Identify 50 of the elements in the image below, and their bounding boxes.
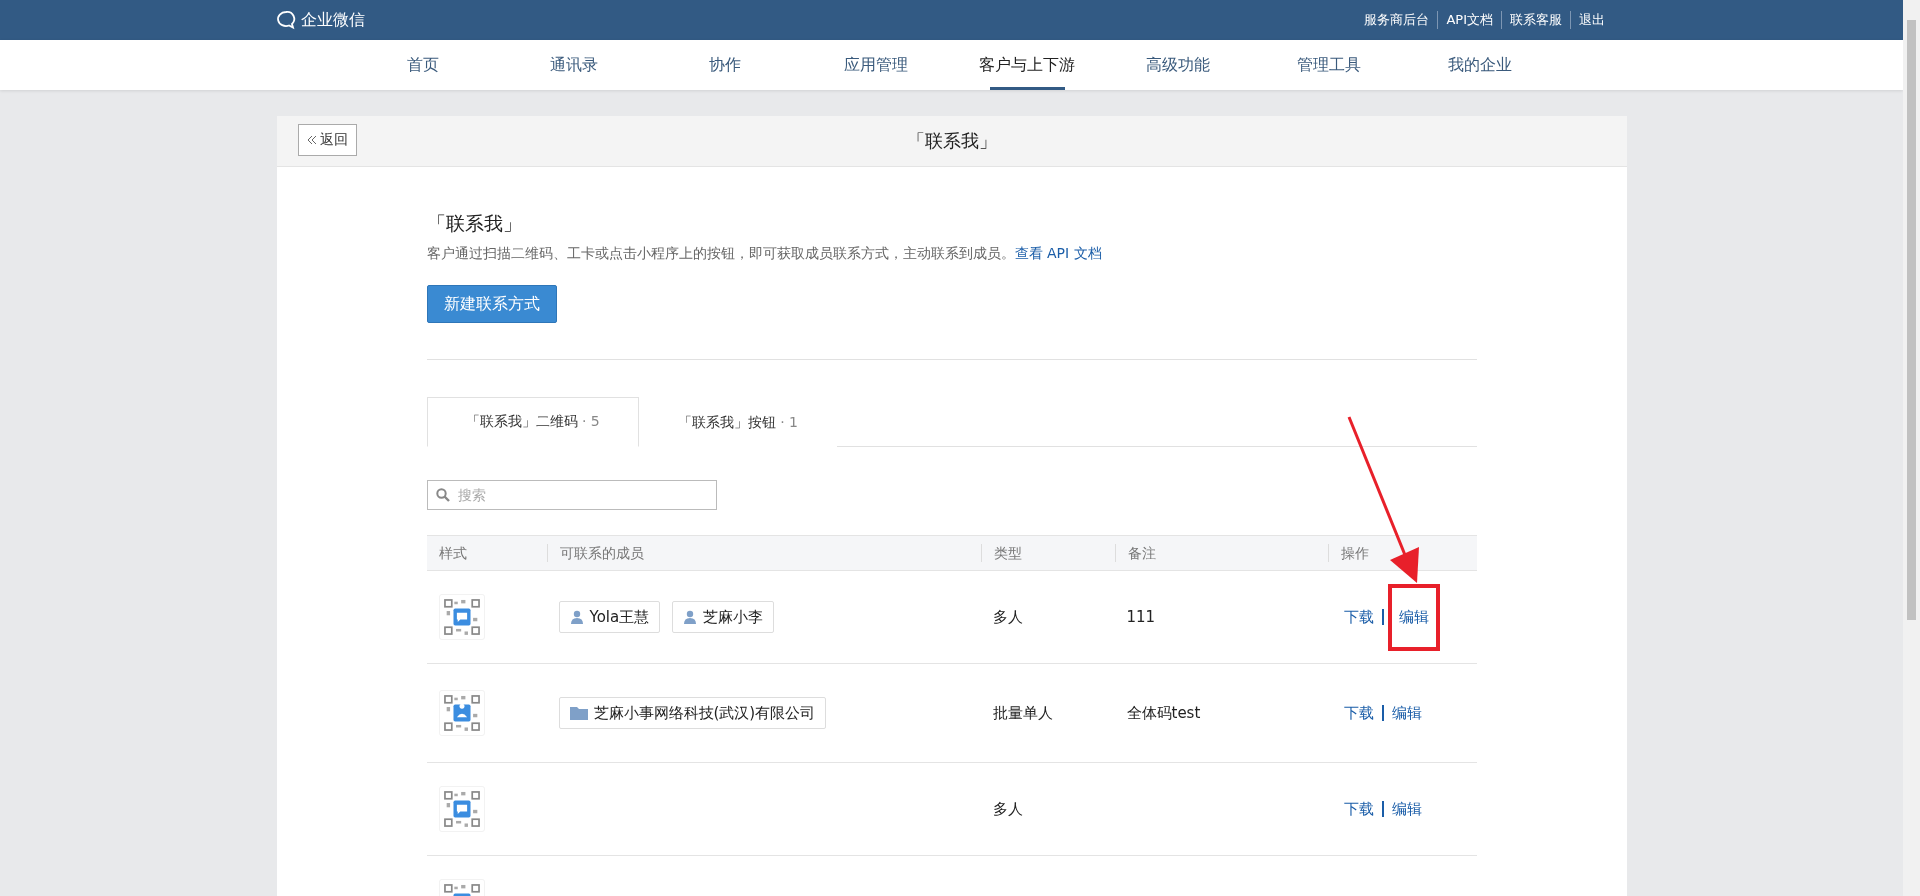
new-contact-button[interactable]: 新建联系方式	[426, 285, 557, 323]
search-icon	[435, 488, 450, 502]
edit-link[interactable]: 编辑	[1387, 701, 1426, 725]
top-link[interactable]: 退出	[1570, 11, 1613, 29]
note-text: 111	[1126, 608, 1156, 626]
double-chevron-icon	[306, 135, 317, 145]
person-icon	[683, 610, 698, 624]
nav-tab[interactable]: 管理工具	[1253, 40, 1405, 90]
nav-tab[interactable]: 通讯录	[498, 40, 650, 90]
member-name: Yola王慧	[589, 607, 650, 627]
qr-code-icon	[438, 786, 485, 832]
nav-tab[interactable]: 应用管理	[800, 40, 952, 90]
tab[interactable]: 「联系我」二维码 · 5	[426, 397, 639, 447]
nav-tab[interactable]: 协作	[649, 40, 801, 90]
top-link[interactable]: API文档	[1437, 11, 1501, 29]
nav-tab[interactable]: 客户与上下游	[951, 40, 1103, 90]
nav-tab[interactable]: 高级功能	[1102, 40, 1254, 90]
top-link[interactable]: 服务商后台	[1356, 11, 1438, 29]
column-header: 类型	[993, 545, 1022, 561]
qr-code-icon	[438, 594, 485, 640]
search-field[interactable]: 搜索	[426, 480, 717, 510]
back-button[interactable]: 返回	[297, 124, 357, 156]
folder-icon	[569, 706, 588, 720]
column-header: 可联系的成员	[559, 545, 644, 561]
member-name: 芝麻小事网络科技(武汉)有限公司	[593, 703, 816, 723]
logo-text: 企业微信	[301, 9, 365, 31]
download-link[interactable]: 下载	[1339, 701, 1378, 725]
nav-tab[interactable]: 首页	[347, 40, 499, 90]
edit-link[interactable]: 编辑	[1387, 797, 1426, 821]
api-doc-link[interactable]: 查看 API 文档	[1014, 245, 1102, 261]
edit-link[interactable]: 编辑	[1394, 605, 1433, 629]
note-text: 全体码test	[1126, 703, 1201, 723]
type-text: 多人	[992, 799, 1023, 819]
person-icon	[569, 610, 584, 624]
type-text: 批量单人	[992, 703, 1053, 723]
download-link[interactable]: 下载	[1339, 605, 1378, 629]
type-text: 多人	[992, 607, 1023, 627]
chat-bubble-logo-icon	[275, 10, 297, 30]
description-text: 客户通过扫描二维码、工卡或点击小程序上的按钮，即可获取成员联系方式，主动联系到成员。	[426, 245, 1015, 261]
section-title: 「联系我」	[426, 211, 523, 236]
card-title: 「联系我」	[906, 129, 997, 153]
qr-code-icon	[438, 690, 485, 736]
top-link[interactable]: 联系客服	[1501, 11, 1570, 29]
member-name: 芝麻小李	[703, 607, 764, 627]
download-link[interactable]: 下载	[1339, 797, 1378, 821]
column-header: 样式	[438, 545, 467, 561]
column-header: 操作	[1340, 545, 1369, 561]
column-header: 备注	[1127, 545, 1156, 561]
nav-tab[interactable]: 我的企业	[1404, 40, 1556, 90]
scrollbar[interactable]	[1903, 0, 1920, 896]
